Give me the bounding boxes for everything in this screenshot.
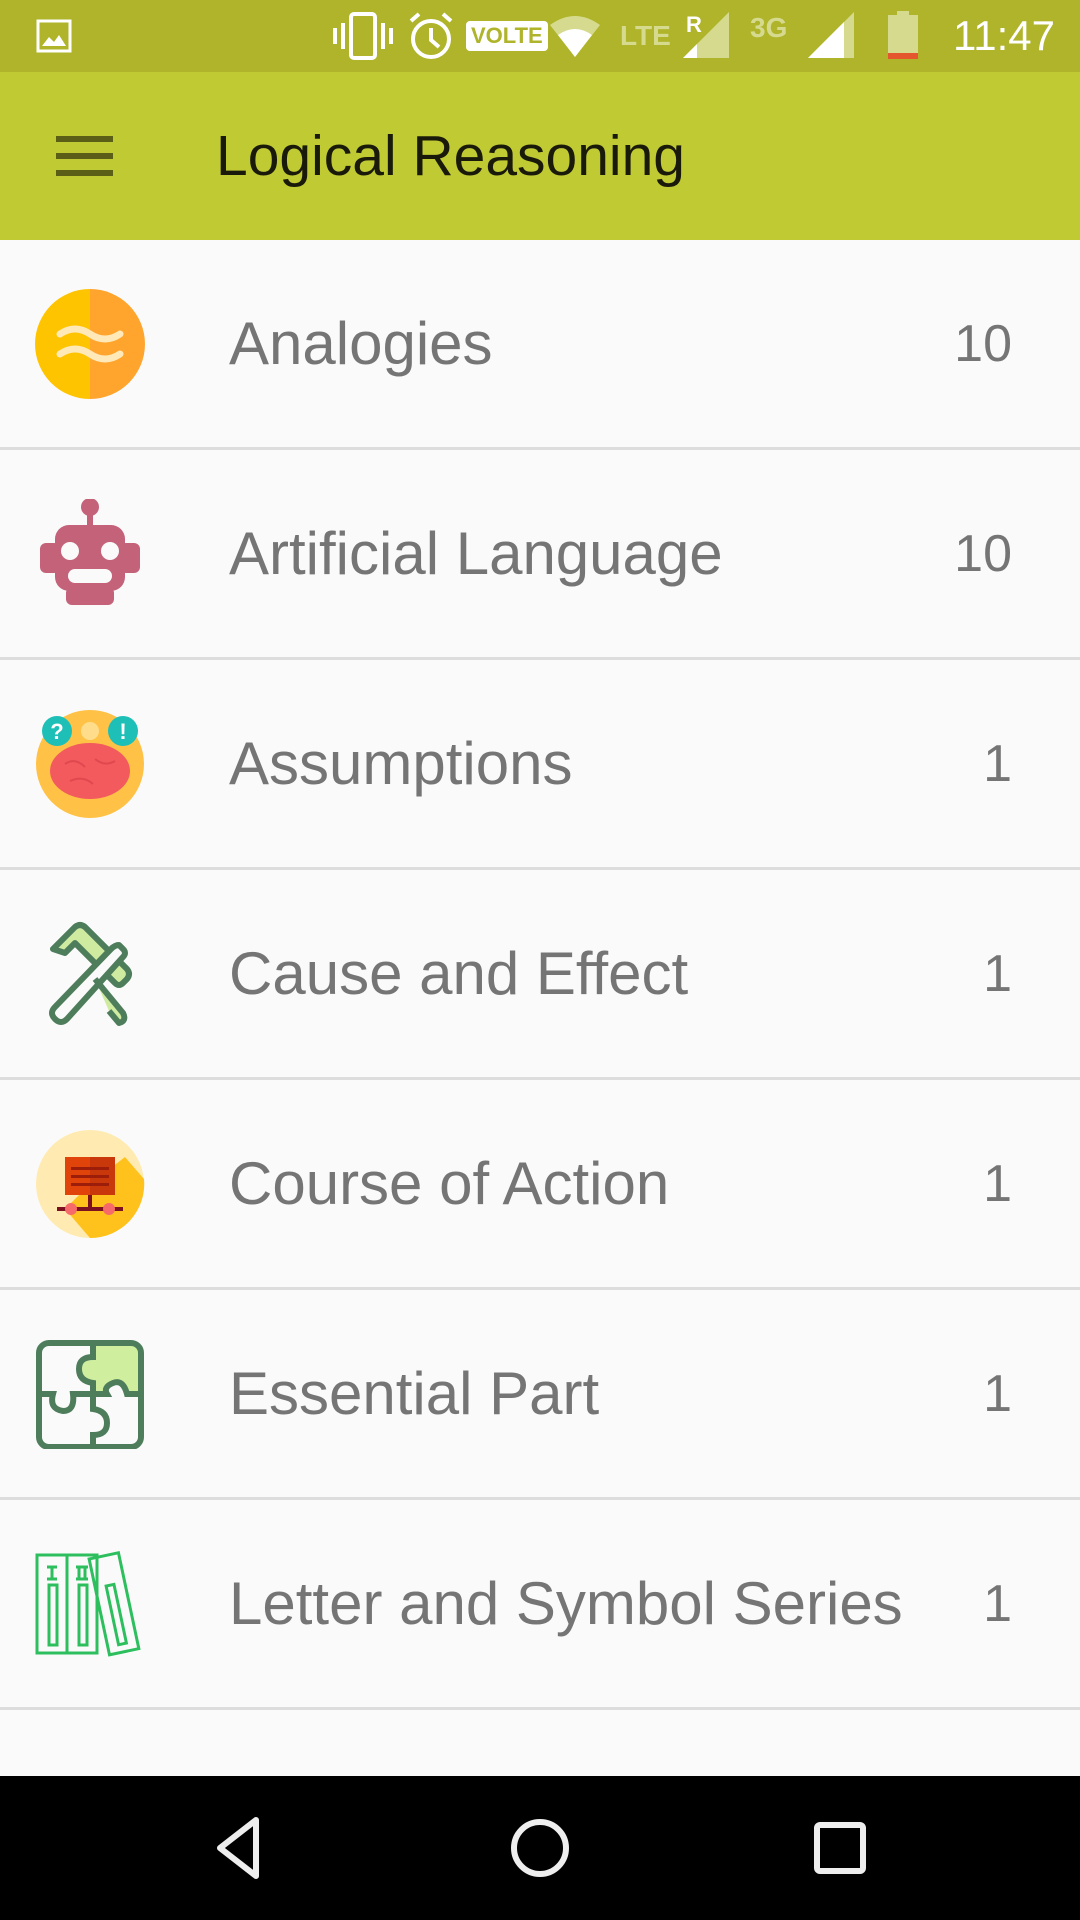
volte-icon: VOLTE xyxy=(466,0,548,72)
topic-count: 10 xyxy=(954,314,1012,373)
clock: 11:47 xyxy=(953,12,1055,59)
topic-label: Essential Part xyxy=(229,1359,600,1427)
topic-list[interactable]: Analogies 10 Artificial Language 10 ?! A… xyxy=(0,240,1080,1776)
topic-count: 1 xyxy=(983,944,1012,1003)
topic-row-assumptions[interactable]: ?! Assumptions 1 xyxy=(0,660,1080,870)
volte-badge: VOLTE xyxy=(466,21,548,51)
topic-row-letter-and-symbol-series[interactable]: Letter and Symbol Series 1 xyxy=(0,1500,1080,1710)
back-button[interactable] xyxy=(170,1776,310,1920)
topic-row-essential-part[interactable]: Essential Part 1 xyxy=(0,1290,1080,1500)
navigation-bar xyxy=(0,1776,1080,1920)
puzzle-icon xyxy=(35,1339,145,1450)
home-button[interactable] xyxy=(470,1776,610,1920)
topic-count: 1 xyxy=(983,734,1012,793)
books-series-icon xyxy=(35,1549,145,1659)
brain-icon: ?! xyxy=(35,709,145,819)
cross-tools-icon xyxy=(35,919,145,1029)
topic-count: 1 xyxy=(983,1364,1012,1423)
svg-text:!: ! xyxy=(119,719,126,744)
back-icon xyxy=(217,1817,259,1879)
topic-count: 1 xyxy=(983,1154,1012,1213)
wifi-icon xyxy=(550,0,600,72)
3g-signal-icon xyxy=(808,0,856,72)
hamburger-menu-icon[interactable] xyxy=(40,116,128,196)
topic-label: Analogies xyxy=(229,309,493,377)
topic-row-analogies[interactable]: Analogies 10 xyxy=(0,240,1080,450)
svg-text:?: ? xyxy=(50,719,63,744)
topic-label: Letter and Symbol Series xyxy=(229,1569,903,1637)
topic-count: 10 xyxy=(954,524,1012,583)
presentation-board-icon xyxy=(35,1129,145,1239)
image-notification-icon xyxy=(36,0,72,72)
analogies-icon xyxy=(35,288,145,399)
3g-label: 3G xyxy=(750,12,788,43)
status-bar: VOLTE LTE R 3G 11:47 xyxy=(0,0,1080,72)
recents-icon xyxy=(814,1822,866,1874)
page-title: Logical Reasoning xyxy=(216,124,685,188)
battery-low-icon xyxy=(888,0,918,72)
topic-row-course-of-action[interactable]: Course of Action 1 xyxy=(0,1080,1080,1290)
topic-label: Cause and Effect xyxy=(229,939,689,1007)
alarm-icon xyxy=(408,0,454,72)
lte-signal-icon xyxy=(683,0,731,72)
topic-label: Assumptions xyxy=(229,729,573,797)
topic-count: 1 xyxy=(983,1574,1012,1633)
robot-icon xyxy=(35,497,145,609)
vibrate-icon xyxy=(333,0,393,72)
recents-button[interactable] xyxy=(770,1776,910,1920)
topic-row-partial[interactable] xyxy=(0,1710,1080,1776)
topic-row-artificial-language[interactable]: Artificial Language 10 xyxy=(0,450,1080,660)
lte-label: LTE xyxy=(620,20,671,51)
home-icon xyxy=(511,1819,569,1877)
topic-label: Course of Action xyxy=(229,1149,670,1217)
app-bar: Logical Reasoning xyxy=(0,72,1080,240)
topic-row-cause-and-effect[interactable]: Cause and Effect 1 xyxy=(0,870,1080,1080)
topic-label: Artificial Language xyxy=(229,519,723,587)
